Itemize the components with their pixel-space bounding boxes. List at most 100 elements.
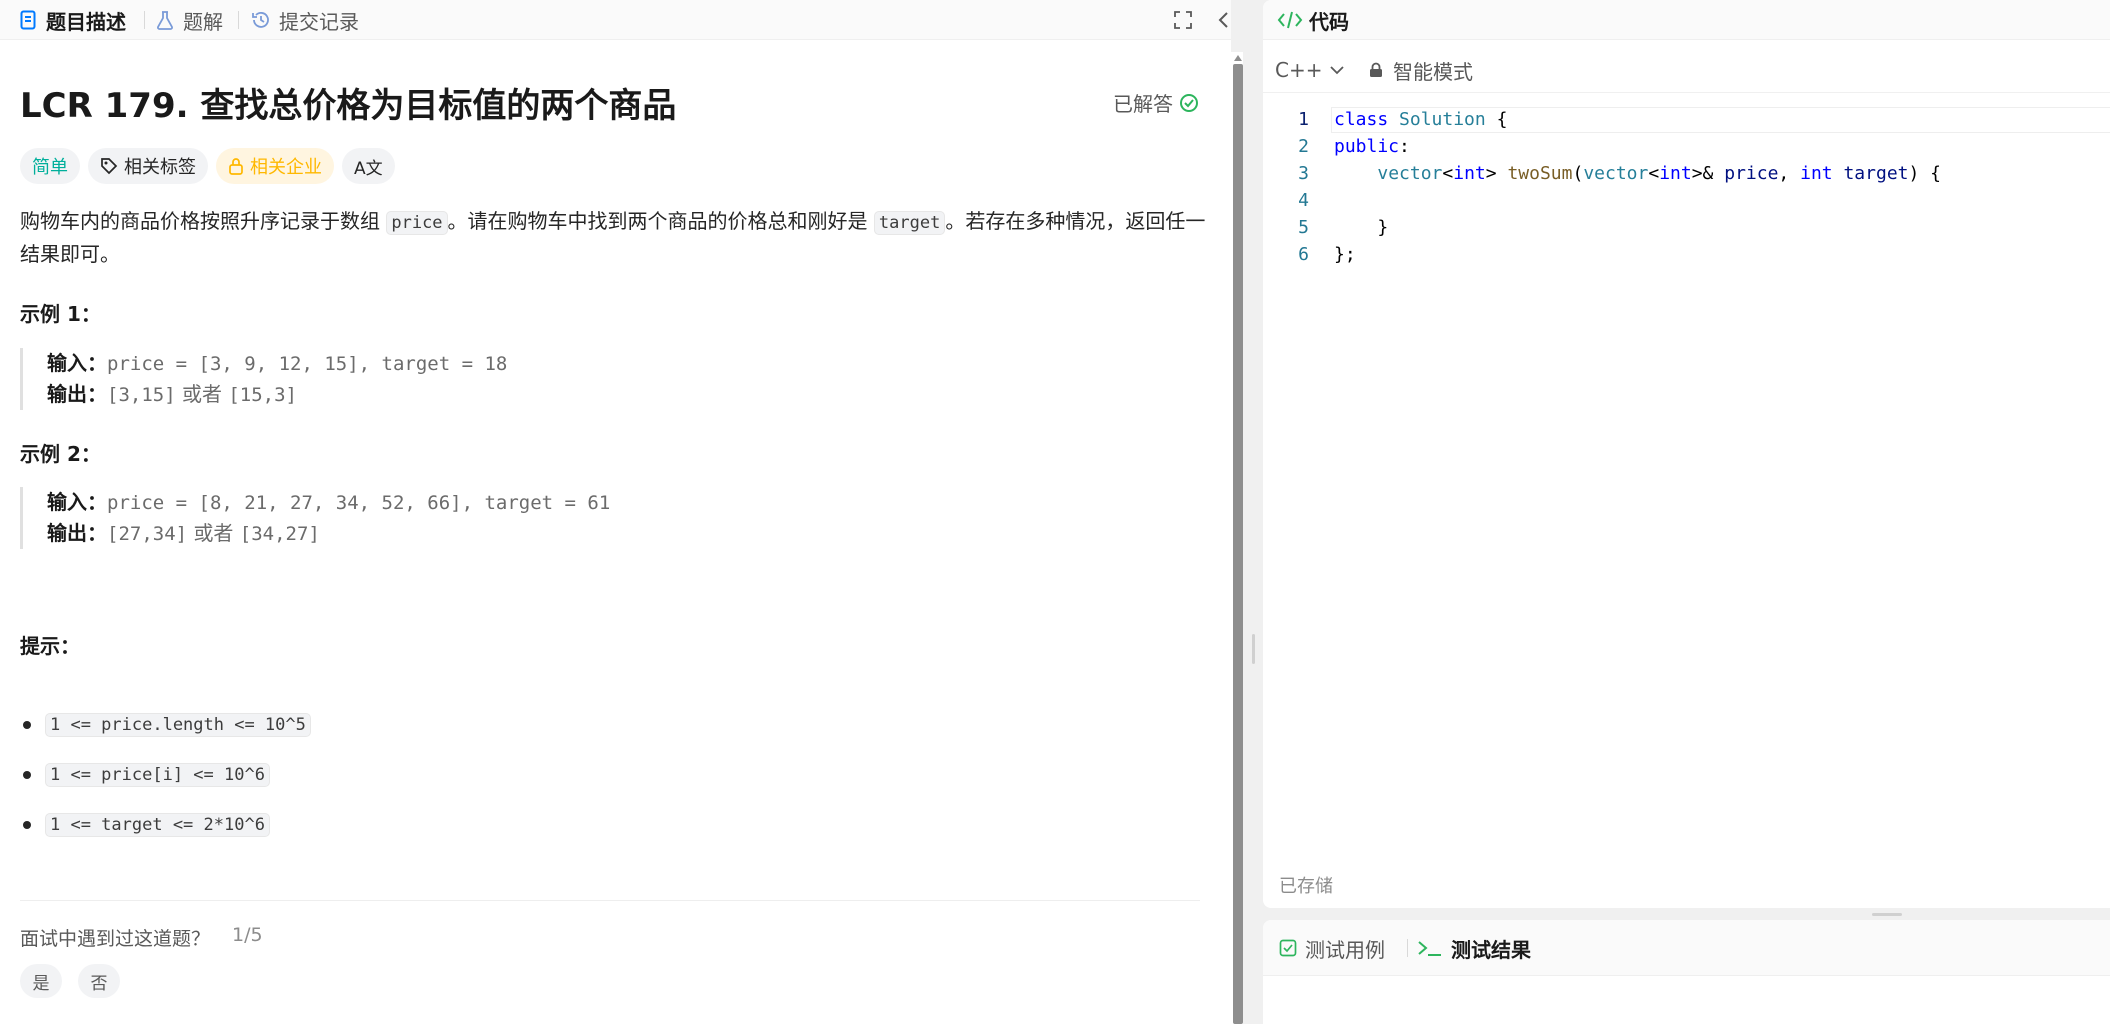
- example-output: [15,3]: [228, 384, 297, 406]
- code-text: vector<int> twoSum(vector<int>& price, i…: [1377, 163, 1942, 184]
- check-circle-icon: [1180, 93, 1198, 112]
- or-text: 或者: [193, 521, 234, 545]
- line-number: 2: [1298, 136, 1309, 157]
- code-header: 代码: [1263, 0, 2110, 40]
- lock-icon: [1370, 62, 1382, 77]
- tab-solutions-label: 题解: [183, 9, 223, 34]
- tab-description-label: 题目描述: [46, 9, 126, 34]
- code-text: }: [1377, 217, 1389, 238]
- tab-solutions[interactable]: 题解: [155, 0, 223, 40]
- code-line[interactable]: 4: [1263, 187, 2110, 214]
- code-icon: [1277, 10, 1303, 30]
- example-block: 输入：price = [8, 21, 27, 34, 52, 66], targ…: [20, 487, 1200, 549]
- code-line[interactable]: 5 }: [1263, 214, 2110, 241]
- problem-tabbar: 题目描述 题解 提交记录: [0, 0, 1231, 40]
- example-output: [27,34]: [107, 523, 188, 545]
- code-panel: 代码 C++ 智能模式 1 class Solution { 2 public: 3…: [1263, 0, 2110, 908]
- tab-testcases[interactable]: 测试用例: [1279, 920, 1385, 976]
- example-heading: 示例 1：: [20, 302, 101, 326]
- translate-button[interactable]: A文: [342, 148, 395, 184]
- bullet: [23, 721, 31, 729]
- example-heading: 示例 2：: [20, 442, 101, 466]
- scrollbar-thumb[interactable]: [1233, 64, 1243, 1024]
- flask-icon: [155, 10, 175, 30]
- list-item: 1 <= target <= 2*10^6: [20, 800, 311, 850]
- toolbar-divider: [1263, 92, 2110, 93]
- smart-mode-label: 智能模式: [1393, 59, 1473, 84]
- list-item: 1 <= price.length <= 10^5: [20, 700, 311, 750]
- description-text: 购物车内的商品价格按照升序记录于数组: [20, 209, 387, 233]
- interview-question: 面试中遇到过这道题？ 1/5: [20, 924, 263, 951]
- vertical-splitter[interactable]: [1243, 0, 1263, 1024]
- terminal-icon: [1417, 938, 1443, 958]
- example-input: price = [3, 9, 12, 15], target = 18: [107, 353, 508, 375]
- inline-code: price: [386, 211, 448, 235]
- hints-heading: 提示：: [20, 634, 80, 658]
- checkbox-icon: [1279, 939, 1297, 957]
- description-text: 。请在购物车中找到两个商品的价格总和刚好是: [447, 209, 874, 233]
- interview-answer-group: 是 否: [20, 964, 136, 998]
- test-header: 测试用例 测试结果: [1263, 920, 2110, 976]
- line-number: 1: [1298, 109, 1309, 130]
- input-label: 输入：: [47, 351, 107, 375]
- splitter-handle[interactable]: [1872, 913, 1902, 916]
- line-number: 5: [1298, 217, 1309, 238]
- horizontal-splitter[interactable]: [1263, 908, 2110, 920]
- inline-code: target: [873, 211, 946, 235]
- code-line[interactable]: 1 class Solution {: [1263, 106, 2110, 133]
- smart-mode-toggle[interactable]: 智能模式: [1369, 56, 1473, 85]
- problem-description: 购物车内的商品价格按照升序记录于数组 price 。请在购物车中找到两个商品的价格…: [20, 206, 1210, 270]
- line-number: 4: [1298, 190, 1309, 211]
- constraints-list: 1 <= price.length <= 10^5 1 <= price[i] …: [20, 700, 311, 850]
- splitter-handle[interactable]: [1252, 634, 1255, 664]
- language-label: C++: [1275, 58, 1323, 82]
- code-title-label: 代码: [1309, 9, 1349, 34]
- related-tags-label: 相关标签: [124, 157, 196, 178]
- code-tab[interactable]: 代码: [1277, 0, 1349, 40]
- output-label: 输出：: [47, 382, 107, 406]
- problem-title: LCR 179. 查找总价格为目标值的两个商品: [20, 86, 677, 126]
- yes-button[interactable]: 是: [20, 964, 62, 998]
- test-panel: 测试用例 测试结果: [1263, 920, 2110, 1024]
- fullscreen-icon[interactable]: [1171, 8, 1195, 32]
- code-text: class Solution {: [1334, 109, 1508, 130]
- document-icon: [18, 10, 38, 30]
- code-line[interactable]: 6};: [1263, 241, 2110, 268]
- tab-divider: [238, 11, 239, 29]
- tab-divider: [144, 11, 145, 29]
- tab-submissions[interactable]: 提交记录: [251, 0, 359, 40]
- interview-count: 1/5: [232, 924, 263, 946]
- translate-icon: A文: [354, 158, 383, 179]
- tab-divider: [1407, 939, 1408, 957]
- tag-icon: [100, 157, 118, 175]
- no-button[interactable]: 否: [78, 964, 120, 998]
- line-number: 6: [1298, 244, 1309, 265]
- related-companies-button[interactable]: 相关企业: [216, 148, 334, 184]
- related-tags-button[interactable]: 相关标签: [88, 148, 208, 184]
- example-input: price = [8, 21, 27, 34, 52, 66], target …: [107, 492, 611, 514]
- solved-label: 已解答: [1113, 92, 1173, 116]
- divider: [20, 900, 1200, 901]
- tab-testresult[interactable]: 测试结果: [1417, 920, 1531, 976]
- list-item: 1 <= price[i] <= 10^6: [20, 750, 311, 800]
- code-line[interactable]: 3 vector<int> twoSum(vector<int>& price,…: [1263, 160, 2110, 187]
- collapse-chevron-icon[interactable]: [1212, 8, 1236, 32]
- code-line[interactable]: 2 public:: [1263, 133, 2110, 160]
- bullet: [23, 821, 31, 829]
- line-number: 3: [1298, 163, 1309, 184]
- interview-label: 面试中遇到过这道题？: [20, 928, 211, 950]
- input-label: 输入：: [47, 490, 107, 514]
- difficulty-badge[interactable]: 简单: [20, 148, 80, 184]
- language-select[interactable]: C++: [1275, 58, 1345, 82]
- tab-testresult-label: 测试结果: [1451, 937, 1531, 962]
- history-icon: [251, 10, 271, 30]
- output-label: 输出：: [47, 521, 107, 545]
- example-output: [3,15]: [107, 384, 176, 406]
- saved-status: 已存储: [1279, 876, 1333, 897]
- code-editor[interactable]: 1 class Solution { 2 public: 3 vector<int>…: [1263, 106, 2110, 268]
- problem-tags: 简单 相关标签 相关企业 A文: [20, 148, 403, 184]
- example-output: [34,27]: [239, 523, 320, 545]
- tab-submissions-label: 提交记录: [279, 9, 359, 34]
- tab-description[interactable]: 题目描述: [18, 0, 126, 40]
- constraint-code: 1 <= price[i] <= 10^6: [45, 763, 270, 787]
